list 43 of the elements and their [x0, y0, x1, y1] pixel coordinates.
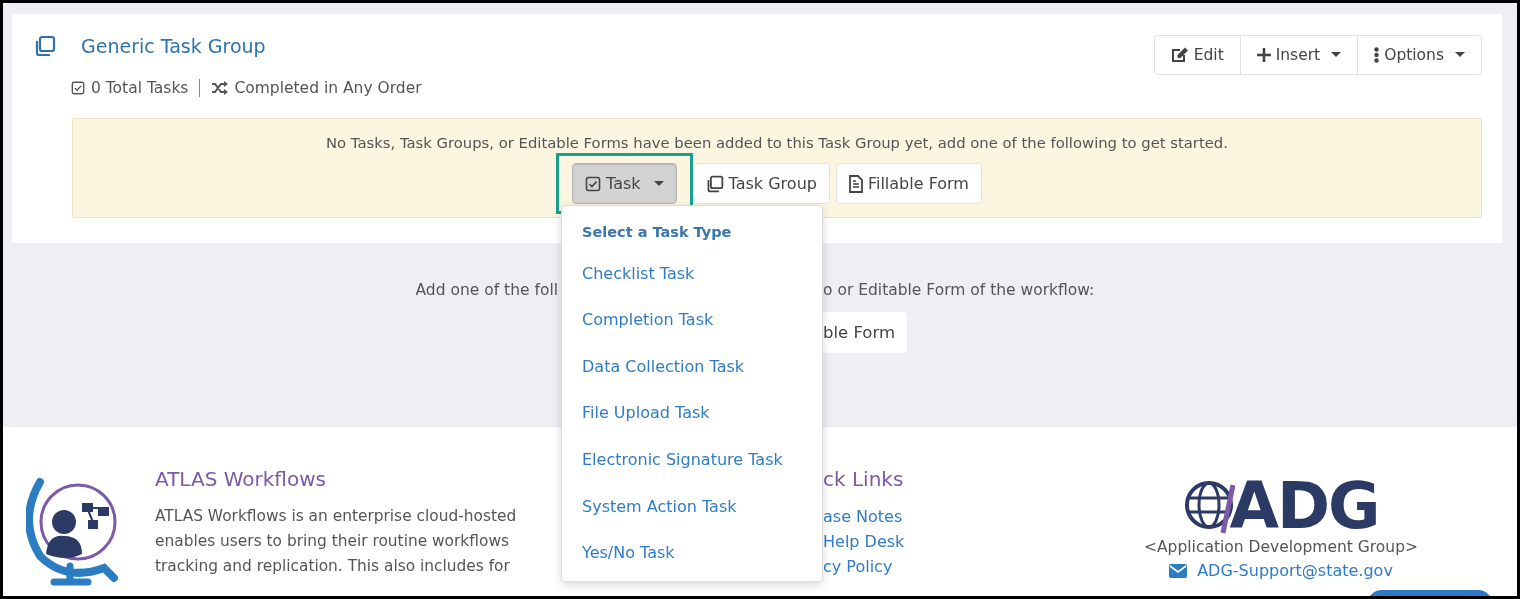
app-title: ATLAS Workflows — [155, 467, 327, 491]
caret-icon — [1455, 52, 1465, 58]
vertical-dots-icon — [1374, 47, 1380, 63]
shuffle-icon — [211, 81, 229, 95]
menu-item[interactable]: File Upload Task — [582, 403, 710, 423]
description-line: enables users to bring their routine workflows — [155, 531, 510, 552]
menu-item[interactable]: Checklist Task — [582, 264, 695, 283]
notice-text: No Tasks, Task Groups, or Editable Forms have been added to this Task Group yet, add one of the following to get started. — [325, 133, 1229, 153]
toolbar-button[interactable]: Options — [1357, 36, 1481, 74]
org-name: <Application Development Group> — [1144, 537, 1418, 558]
checkbox-icon — [585, 175, 602, 192]
checkbox-icon — [71, 81, 85, 95]
envelope-icon — [1169, 563, 1188, 578]
footer-link[interactable]: cy Policy — [823, 554, 893, 579]
menu-item[interactable]: Completion Task — [582, 309, 714, 329]
copy-icon — [705, 174, 724, 193]
instruction-text: Add one of the foll — [415, 281, 558, 299]
task-count: 0 Total Tasks — [91, 78, 189, 99]
plus-icon — [1256, 48, 1271, 62]
org-logo-text: ADG — [1229, 477, 1379, 535]
menu-header: Select a Task Type — [581, 223, 733, 242]
copy-icon — [34, 35, 56, 57]
add-button[interactable]: Task Group — [692, 163, 830, 204]
add-button[interactable]: Task — [572, 163, 677, 204]
order-label: Completed in Any Order — [234, 78, 422, 99]
footer-link[interactable]: Help Desk — [823, 529, 905, 554]
menu-item[interactable]: Electronic Signature Task — [582, 449, 783, 469]
instruction-text: o or Editable Form of the workflow: — [823, 281, 1095, 299]
description-line: tracking and replication. This also includes for — [155, 556, 511, 577]
add-form-button[interactable]: ble Form — [820, 312, 908, 353]
menu-item[interactable]: Data Collection Task — [582, 356, 745, 376]
caret-icon — [1331, 52, 1342, 58]
caret-icon — [653, 180, 664, 187]
add-button[interactable]: Fillable Form — [835, 163, 982, 204]
footer-link[interactable]: ase Notes — [823, 504, 903, 529]
description-line: ATLAS Workflows is an enterprise cloud-hosted — [155, 506, 518, 527]
document-icon — [848, 174, 863, 193]
edit-icon — [1170, 47, 1189, 63]
email-link[interactable]: ADG-Support@state.gov — [1197, 558, 1393, 583]
menu-item[interactable]: System Action Task — [582, 496, 737, 516]
section-heading: ck Links — [823, 467, 904, 491]
menu-item[interactable]: Yes/No Task — [582, 543, 675, 563]
task-group-title[interactable]: Generic Task Group — [81, 35, 266, 57]
